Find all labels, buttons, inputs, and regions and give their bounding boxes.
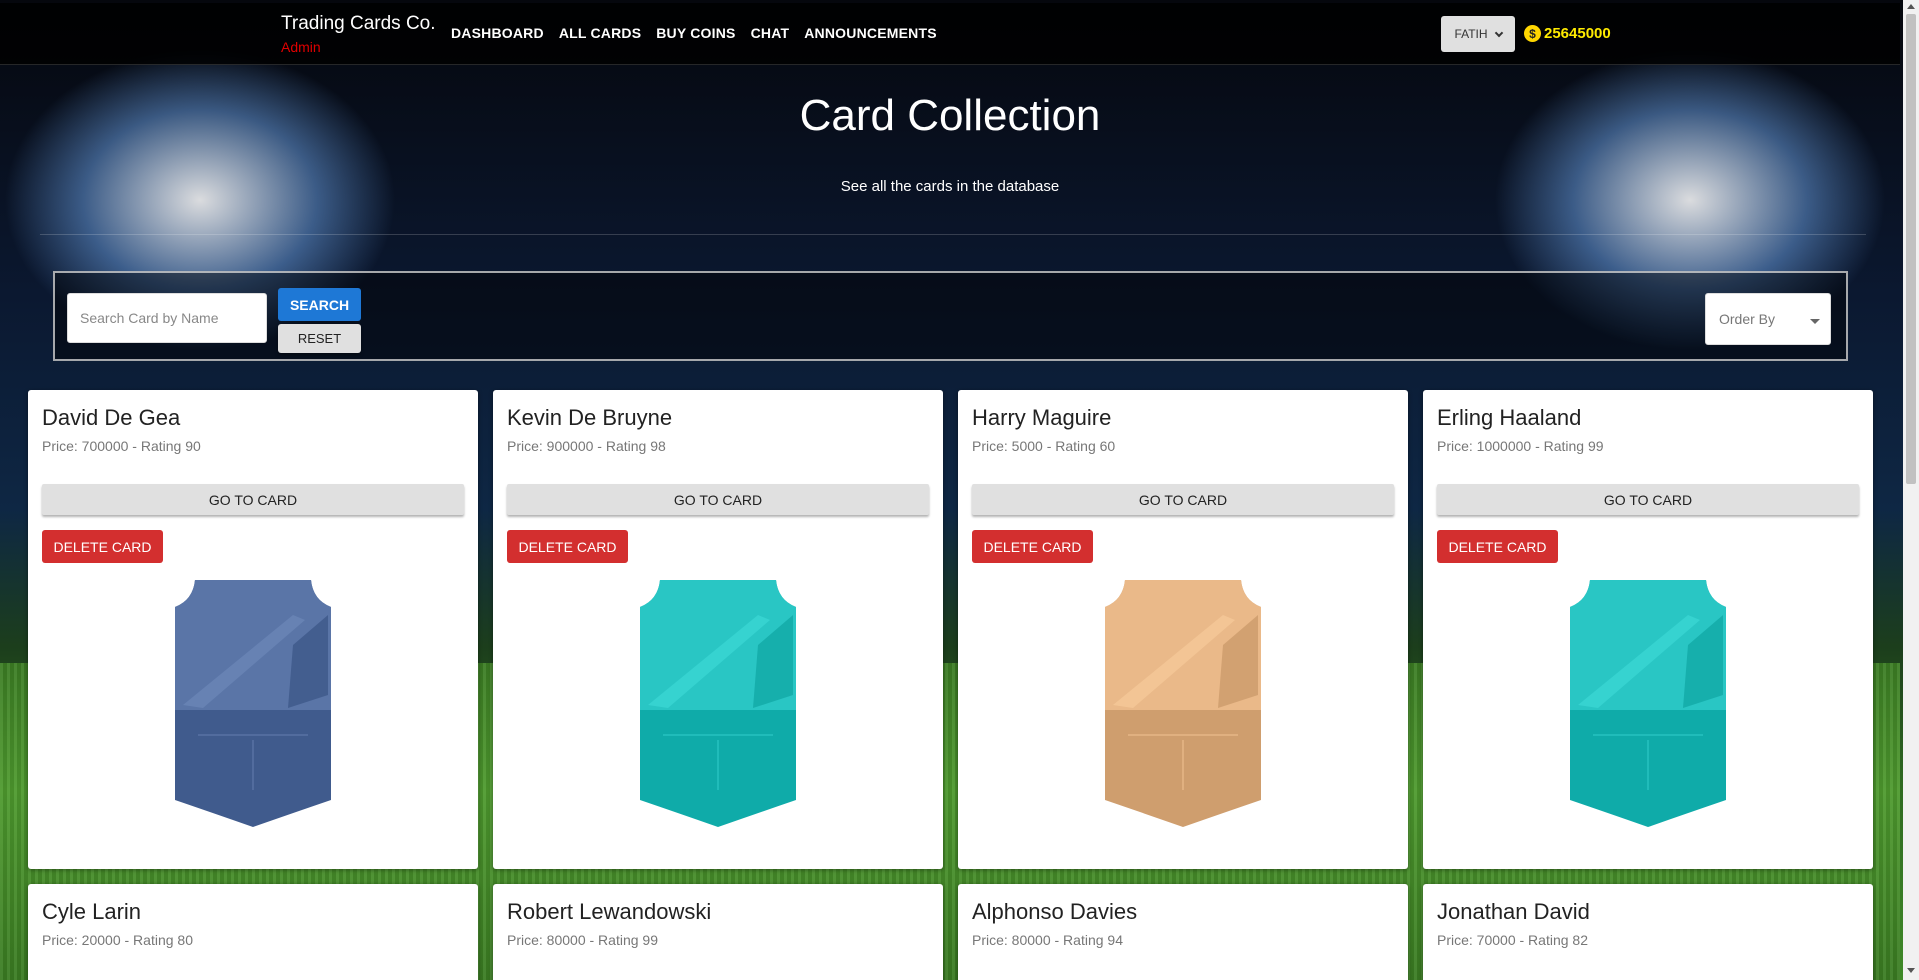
nav-dashboard[interactable]: DASHBOARD (451, 25, 544, 41)
card-item: Alphonso Davies Price: 80000 - Rating 94 (958, 884, 1408, 980)
page-subtitle: See all the cards in the database (840, 178, 1060, 195)
navbar: Trading Cards Co. Admin DASHBOARD ALL CA… (0, 3, 1900, 65)
go-to-card-button[interactable]: GO TO CARD (507, 484, 929, 515)
card-art[interactable] (1103, 575, 1263, 830)
order-by-select[interactable]: Order By (1705, 293, 1831, 345)
divider (40, 234, 1866, 235)
brand-title[interactable]: Trading Cards Co. (281, 13, 436, 35)
user-name: FATIH (1454, 27, 1488, 41)
search-input[interactable] (67, 293, 267, 343)
card-meta: Price: 700000 - Rating 90 (42, 438, 201, 454)
order-by-label: Order By (1719, 311, 1776, 327)
card-item: David De Gea Price: 700000 - Rating 90 G… (28, 390, 478, 869)
card-item: Kevin De Bruyne Price: 900000 - Rating 9… (493, 390, 943, 869)
search-button[interactable]: SEARCH (278, 288, 361, 321)
card-meta: Price: 20000 - Rating 80 (42, 932, 193, 948)
card-meta: Price: 1000000 - Rating 99 (1437, 438, 1604, 454)
card-meta: Price: 80000 - Rating 94 (972, 932, 1123, 948)
go-to-card-button[interactable]: GO TO CARD (42, 484, 464, 515)
card-item: Erling Haaland Price: 1000000 - Rating 9… (1423, 390, 1873, 869)
scroll-thumb[interactable] (1906, 14, 1916, 484)
nav-buy-coins[interactable]: BUY COINS (656, 25, 735, 41)
card-art[interactable] (638, 575, 798, 830)
card-name: Jonathan David (1437, 899, 1590, 924)
card-name: Erling Haaland (1437, 405, 1582, 430)
nav-links: DASHBOARD ALL CARDS BUY COINS CHAT ANNOU… (451, 25, 937, 41)
card-name: David De Gea (42, 405, 181, 430)
card-name: Kevin De Bruyne (507, 405, 673, 430)
scroll-up-arrow-icon[interactable] (1907, 4, 1915, 9)
app: Trading Cards Co. Admin DASHBOARD ALL CA… (0, 3, 1900, 980)
card-name: Robert Lewandowski (507, 899, 712, 924)
delete-card-button[interactable]: DELETE CARD (42, 530, 163, 563)
delete-card-button[interactable]: DELETE CARD (972, 530, 1093, 563)
coin-amount: 25645000 (1544, 25, 1611, 42)
card-meta: Price: 900000 - Rating 98 (507, 438, 666, 454)
card-name: Cyle Larin (42, 899, 142, 924)
coin-icon: $ (1524, 25, 1541, 42)
nav-chat[interactable]: CHAT (751, 25, 790, 41)
search-panel: SEARCH RESET Order By (53, 271, 1848, 361)
delete-card-button[interactable]: DELETE CARD (1437, 530, 1558, 563)
user-menu-button[interactable]: FATIH (1441, 16, 1515, 52)
card-item: Harry Maguire Price: 5000 - Rating 60 GO… (958, 390, 1408, 869)
caret-down-icon (1810, 319, 1820, 324)
delete-card-button[interactable]: DELETE CARD (507, 530, 628, 563)
card-art[interactable] (173, 575, 333, 830)
nav-announcements[interactable]: ANNOUNCEMENTS (804, 25, 937, 41)
card-item: Robert Lewandowski Price: 80000 - Rating… (493, 884, 943, 980)
card-meta: Price: 70000 - Rating 82 (1437, 932, 1588, 948)
nav-all-cards[interactable]: ALL CARDS (559, 25, 641, 41)
chevron-down-icon (1494, 28, 1503, 37)
coin-balance: $ 25645000 (1524, 25, 1611, 42)
page-title: Card Collection (799, 91, 1101, 140)
scroll-down-arrow-icon[interactable] (1907, 968, 1915, 973)
card-name: Alphonso Davies (972, 899, 1138, 924)
go-to-card-button[interactable]: GO TO CARD (972, 484, 1394, 515)
card-name: Harry Maguire (972, 405, 1112, 430)
page-scrollbar[interactable] (1903, 0, 1919, 980)
card-meta: Price: 80000 - Rating 99 (507, 932, 658, 948)
go-to-card-button[interactable]: GO TO CARD (1437, 484, 1859, 515)
card-item: Cyle Larin Price: 20000 - Rating 80 (28, 884, 478, 980)
card-item: Jonathan David Price: 70000 - Rating 82 (1423, 884, 1873, 980)
card-meta: Price: 5000 - Rating 60 (972, 438, 1116, 454)
card-art[interactable] (1568, 575, 1728, 830)
reset-button[interactable]: RESET (278, 324, 361, 353)
role-label: Admin (281, 39, 321, 55)
